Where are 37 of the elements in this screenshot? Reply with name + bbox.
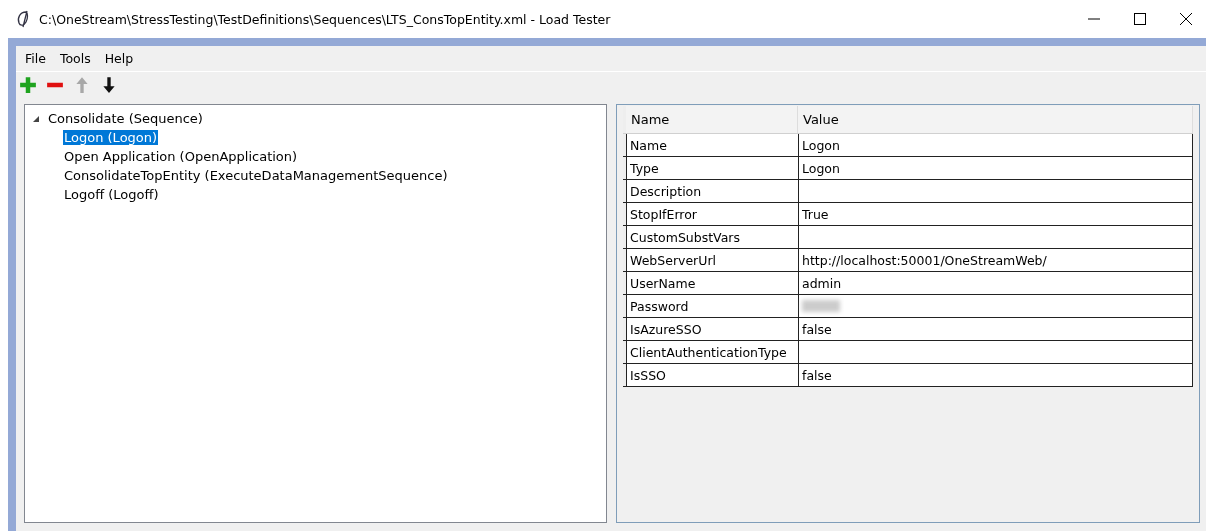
property-name: StopIfError [626,203,798,225]
window-title: C:\OneStream\StressTesting\TestDefinitions\Sequences\LTS_ConsTopEntity.xml - Load Tester [39,11,611,27]
property-name: Name [626,134,798,156]
property-value[interactable]: false [798,364,1193,386]
property-value[interactable]: Logon [798,157,1193,179]
property-value[interactable]: True [798,203,1193,225]
value-cell[interactable] [798,341,1193,363]
close-icon[interactable] [1180,13,1192,25]
property-name: ClientAuthenticationType [626,341,798,363]
property-value[interactable]: Logon [798,134,1193,156]
property-value[interactable]: admin [798,272,1193,294]
tree-item[interactable]: Logoff (Logoff) [63,187,160,202]
plus-icon[interactable] [19,76,37,94]
menu-item[interactable]: Tools [52,49,98,71]
value-cell[interactable] [798,180,1193,202]
value-cell[interactable] [798,295,1193,317]
expander-icon[interactable] [33,115,39,122]
property-name: Description [626,180,798,202]
property-name: Type [626,157,798,179]
property-name: IsSSO [626,364,798,386]
tree-item[interactable]: Open Application (OpenApplication) [63,149,299,164]
property-name: IsAzureSSO [626,318,798,340]
tree-item[interactable]: Logon (Logon) [63,130,159,145]
tree-item[interactable]: ConsolidateTopEntity (ExecuteDataManagementSequence) [63,168,449,183]
property-value[interactable]: http://localhost:50001/OneStreamWeb/ [798,249,1193,271]
menu-item[interactable]: File [18,49,53,71]
tree-item[interactable]: Consolidate (Sequence) [47,111,204,126]
property-name: CustomSubstVars [626,226,798,248]
property-value[interactable]: false [798,318,1193,340]
property-name: WebServerUrl [626,249,798,271]
column-header[interactable]: Value [798,106,1193,133]
maximize-icon[interactable] [1134,13,1146,25]
property-name: Password [626,295,798,317]
column-header[interactable]: Name [626,106,798,133]
property-name: UserName [626,272,798,294]
value-cell[interactable] [798,226,1193,248]
menu-item[interactable]: Help [97,49,141,71]
